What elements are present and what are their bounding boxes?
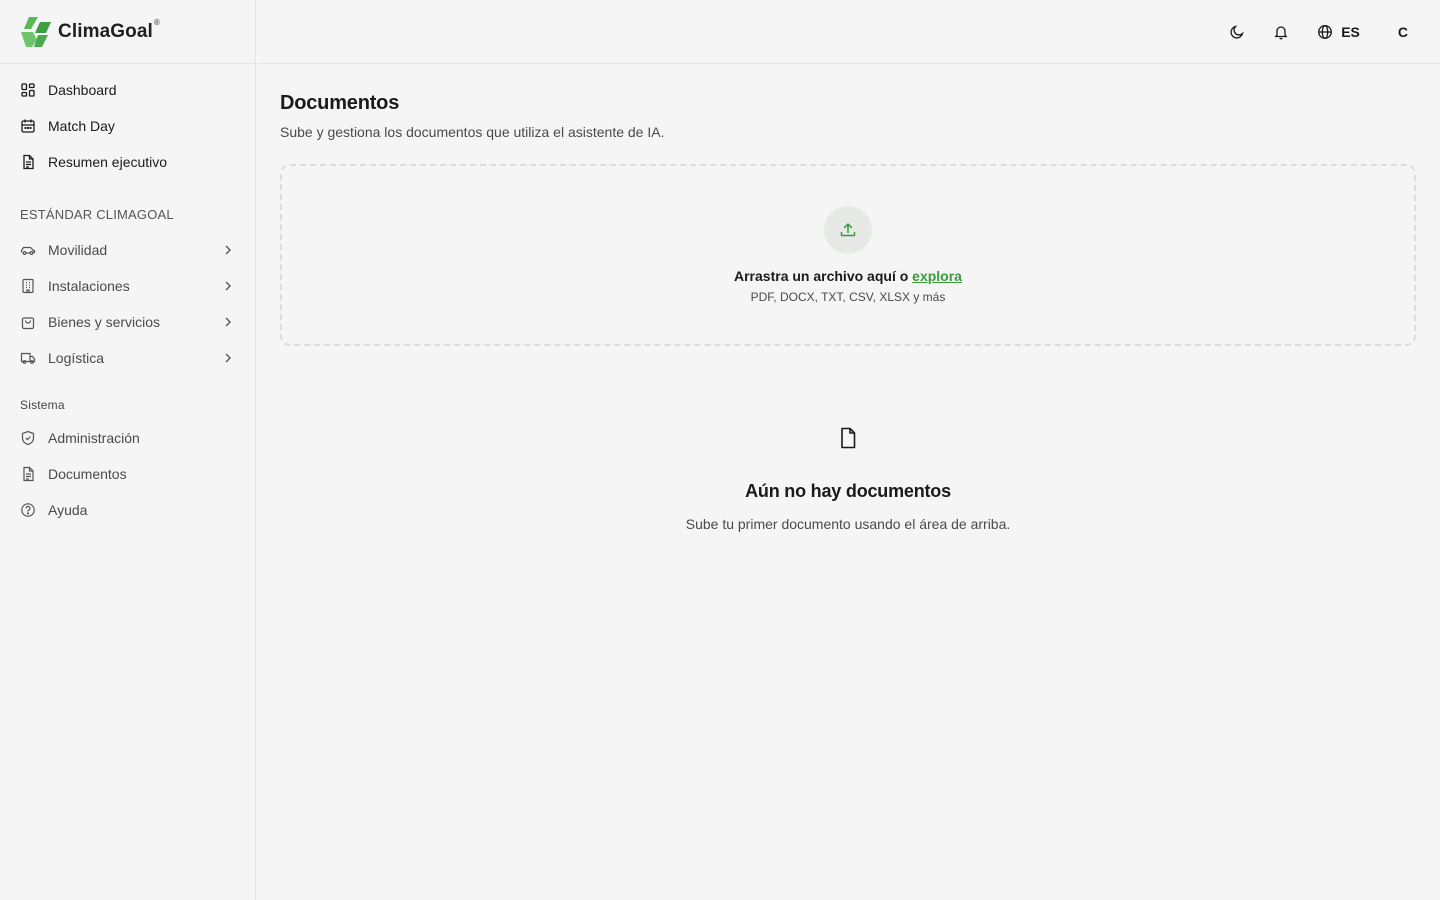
sidebar-item-ayuda[interactable]: Ayuda <box>0 492 255 528</box>
avatar: C <box>1397 23 1408 40</box>
sidebar-item-label: Movilidad <box>48 242 108 258</box>
sidebar-item-match-day[interactable]: Match Day <box>0 108 255 144</box>
sidebar-item-label: Match Day <box>48 118 115 134</box>
sidebar: ClimaGoal® Dashboard Match Day Resumen e… <box>0 0 256 900</box>
climagoal-logo-icon <box>21 16 51 47</box>
building-icon <box>20 278 36 294</box>
language-code: ES <box>1341 23 1360 40</box>
sidebar-item-label: Bienes y servicios <box>48 314 161 330</box>
section-title-system: Sistema <box>20 398 65 412</box>
sidebar-item-label: Documentos <box>48 466 127 482</box>
shopping-bag-icon <box>20 314 36 330</box>
brand[interactable]: ClimaGoal® <box>0 0 255 64</box>
sidebar-item-resumen-ejecutivo[interactable]: Resumen ejecutivo <box>0 144 255 180</box>
notifications-button[interactable] <box>1273 16 1289 48</box>
page-title: Documentos <box>280 92 400 114</box>
upload-icon-circle <box>824 206 872 254</box>
chevron-right-icon <box>221 315 235 329</box>
file-icon <box>836 426 860 455</box>
sidebar-item-label: Instalaciones <box>48 278 130 294</box>
chevron-right-icon <box>221 243 235 257</box>
truck-icon <box>20 350 36 366</box>
sidebar-item-logistica[interactable]: Logística <box>0 340 255 376</box>
sidebar-item-instalaciones[interactable]: Instalaciones <box>0 268 255 304</box>
user-menu-button[interactable]: C <box>1388 16 1408 48</box>
sidebar-item-bienes-y-servicios[interactable]: Bienes y servicios <box>0 304 255 340</box>
sidebar-item-label: Logística <box>48 350 105 366</box>
language-selector[interactable]: ES <box>1317 16 1360 48</box>
car-icon <box>20 242 36 258</box>
moon-icon <box>1230 24 1244 39</box>
document-icon <box>20 154 36 170</box>
dropzone-prompt: Arrastra un archivo aquí o <box>734 268 913 284</box>
sidebar-item-label: Ayuda <box>48 502 88 518</box>
chevron-right-icon <box>221 351 235 365</box>
theme-toggle-button[interactable] <box>1229 16 1245 48</box>
sidebar-item-label: Dashboard <box>48 82 117 98</box>
sidebar-item-movilidad[interactable]: Movilidad <box>0 232 255 268</box>
document-icon <box>20 466 36 482</box>
upload-icon <box>840 223 856 237</box>
globe-icon <box>1318 24 1333 39</box>
empty-state: Aún no hay documentos Sube tu primer doc… <box>280 426 1416 532</box>
sidebar-item-administracion[interactable]: Administración <box>0 420 255 456</box>
sidebar-item-documentos[interactable]: Documentos <box>0 456 255 492</box>
empty-state-title: Aún no hay documentos <box>745 481 951 501</box>
page-subtitle: Sube y gestiona los documentos que utili… <box>280 124 665 140</box>
dashboard-grid-icon <box>20 82 36 98</box>
shield-icon <box>20 430 36 446</box>
browse-link[interactable]: explora <box>912 268 962 284</box>
topbar: ES C <box>257 0 1440 64</box>
bell-icon <box>1274 25 1288 39</box>
sidebar-item-label: Administración <box>48 430 140 446</box>
sidebar-item-label: Resumen ejecutivo <box>48 154 168 170</box>
main-content: Documentos Sube y gestiona los documento… <box>280 64 1416 532</box>
empty-state-text: Sube tu primer documento usando el área … <box>685 516 1011 532</box>
brand-name: ClimaGoal® <box>58 17 160 42</box>
help-circle-icon <box>20 502 36 518</box>
dropzone-formats: PDF, DOCX, TXT, CSV, XLSX y más <box>750 290 946 304</box>
chevron-right-icon <box>221 279 235 293</box>
calendar-icon <box>20 118 36 134</box>
section-title-standard: ESTÁNDAR CLIMAGOAL <box>20 206 174 222</box>
dropzone-text: Arrastra un archivo aquí o explora <box>734 268 962 284</box>
file-dropzone[interactable]: Arrastra un archivo aquí o explora PDF, … <box>280 164 1416 346</box>
sidebar-nav: Dashboard Match Day Resumen ejecutivo ES… <box>0 64 255 528</box>
sidebar-item-dashboard[interactable]: Dashboard <box>0 72 255 108</box>
